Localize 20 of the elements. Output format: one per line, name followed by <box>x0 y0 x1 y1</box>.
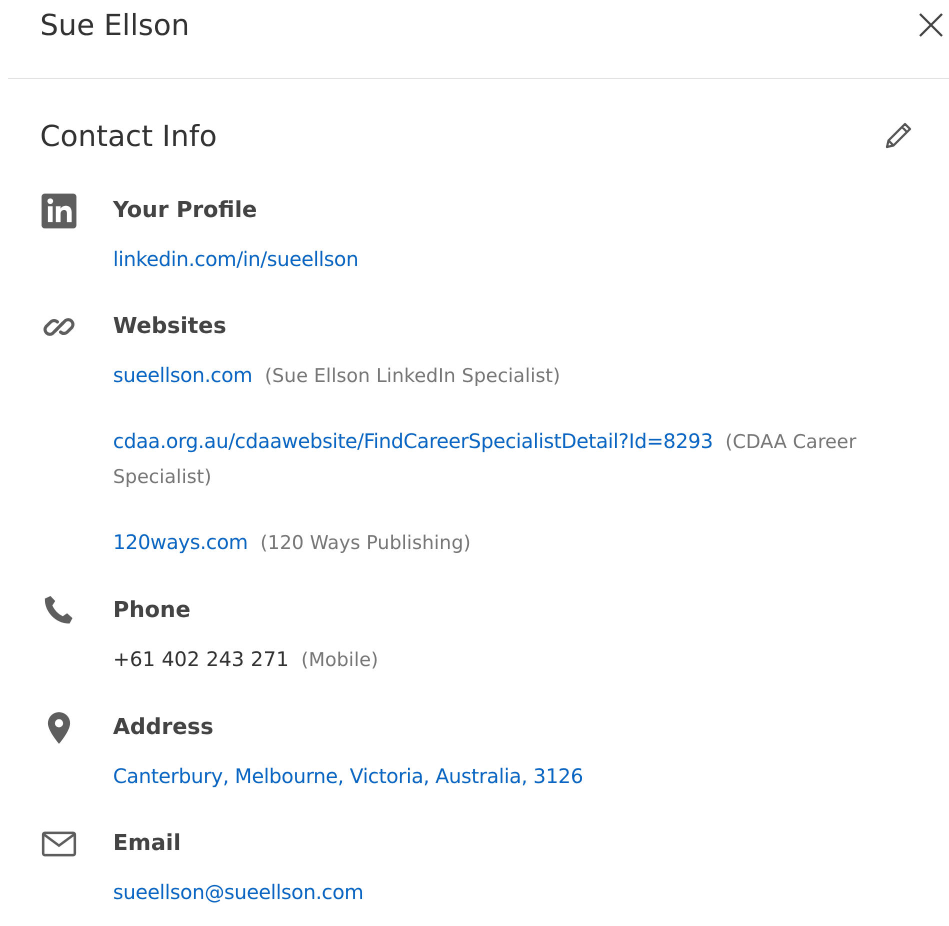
contact-entry: 120ways.com (120 Ways Publishing) <box>113 529 472 556</box>
contact-link[interactable]: cdaa.org.au/cdaawebsite/FindCareerSpecialistDetail?Id=8293 <box>113 429 713 453</box>
section-heading: Email <box>113 830 182 858</box>
contact-entry: +61 402 243 271 (Mobile) <box>113 646 380 673</box>
linkedin-icon <box>40 192 78 230</box>
contact-value: +61 402 243 271 <box>113 647 289 671</box>
contact-link[interactable]: sueellson.com <box>113 363 252 387</box>
profile-name: Sue Ellson <box>40 7 190 44</box>
section-title: Contact Info <box>40 118 217 155</box>
close-button[interactable] <box>917 11 945 39</box>
contact-link[interactable]: linkedin.com/in/sueellson <box>113 247 358 271</box>
contact-entry: cdaa.org.au/cdaawebsite/FindCareerSpecialistDetail?Id=8293 (CDAA Career Specialist) <box>113 428 858 490</box>
contact-link[interactable]: sueellson@sueellson.com <box>113 880 364 904</box>
section-heading: Websites <box>113 313 228 341</box>
contact-link[interactable]: Canterbury, Melbourne, Victoria, Australia, 3126 <box>113 764 584 788</box>
contact-link[interactable]: 120ways.com <box>113 530 248 554</box>
section-heading: Phone <box>113 597 192 625</box>
section-heading: Your Profile <box>113 197 258 225</box>
contact-entry: sueellson.com (Sue Ellson LinkedIn Specialist) <box>113 362 562 389</box>
section-heading: Address <box>113 714 214 742</box>
